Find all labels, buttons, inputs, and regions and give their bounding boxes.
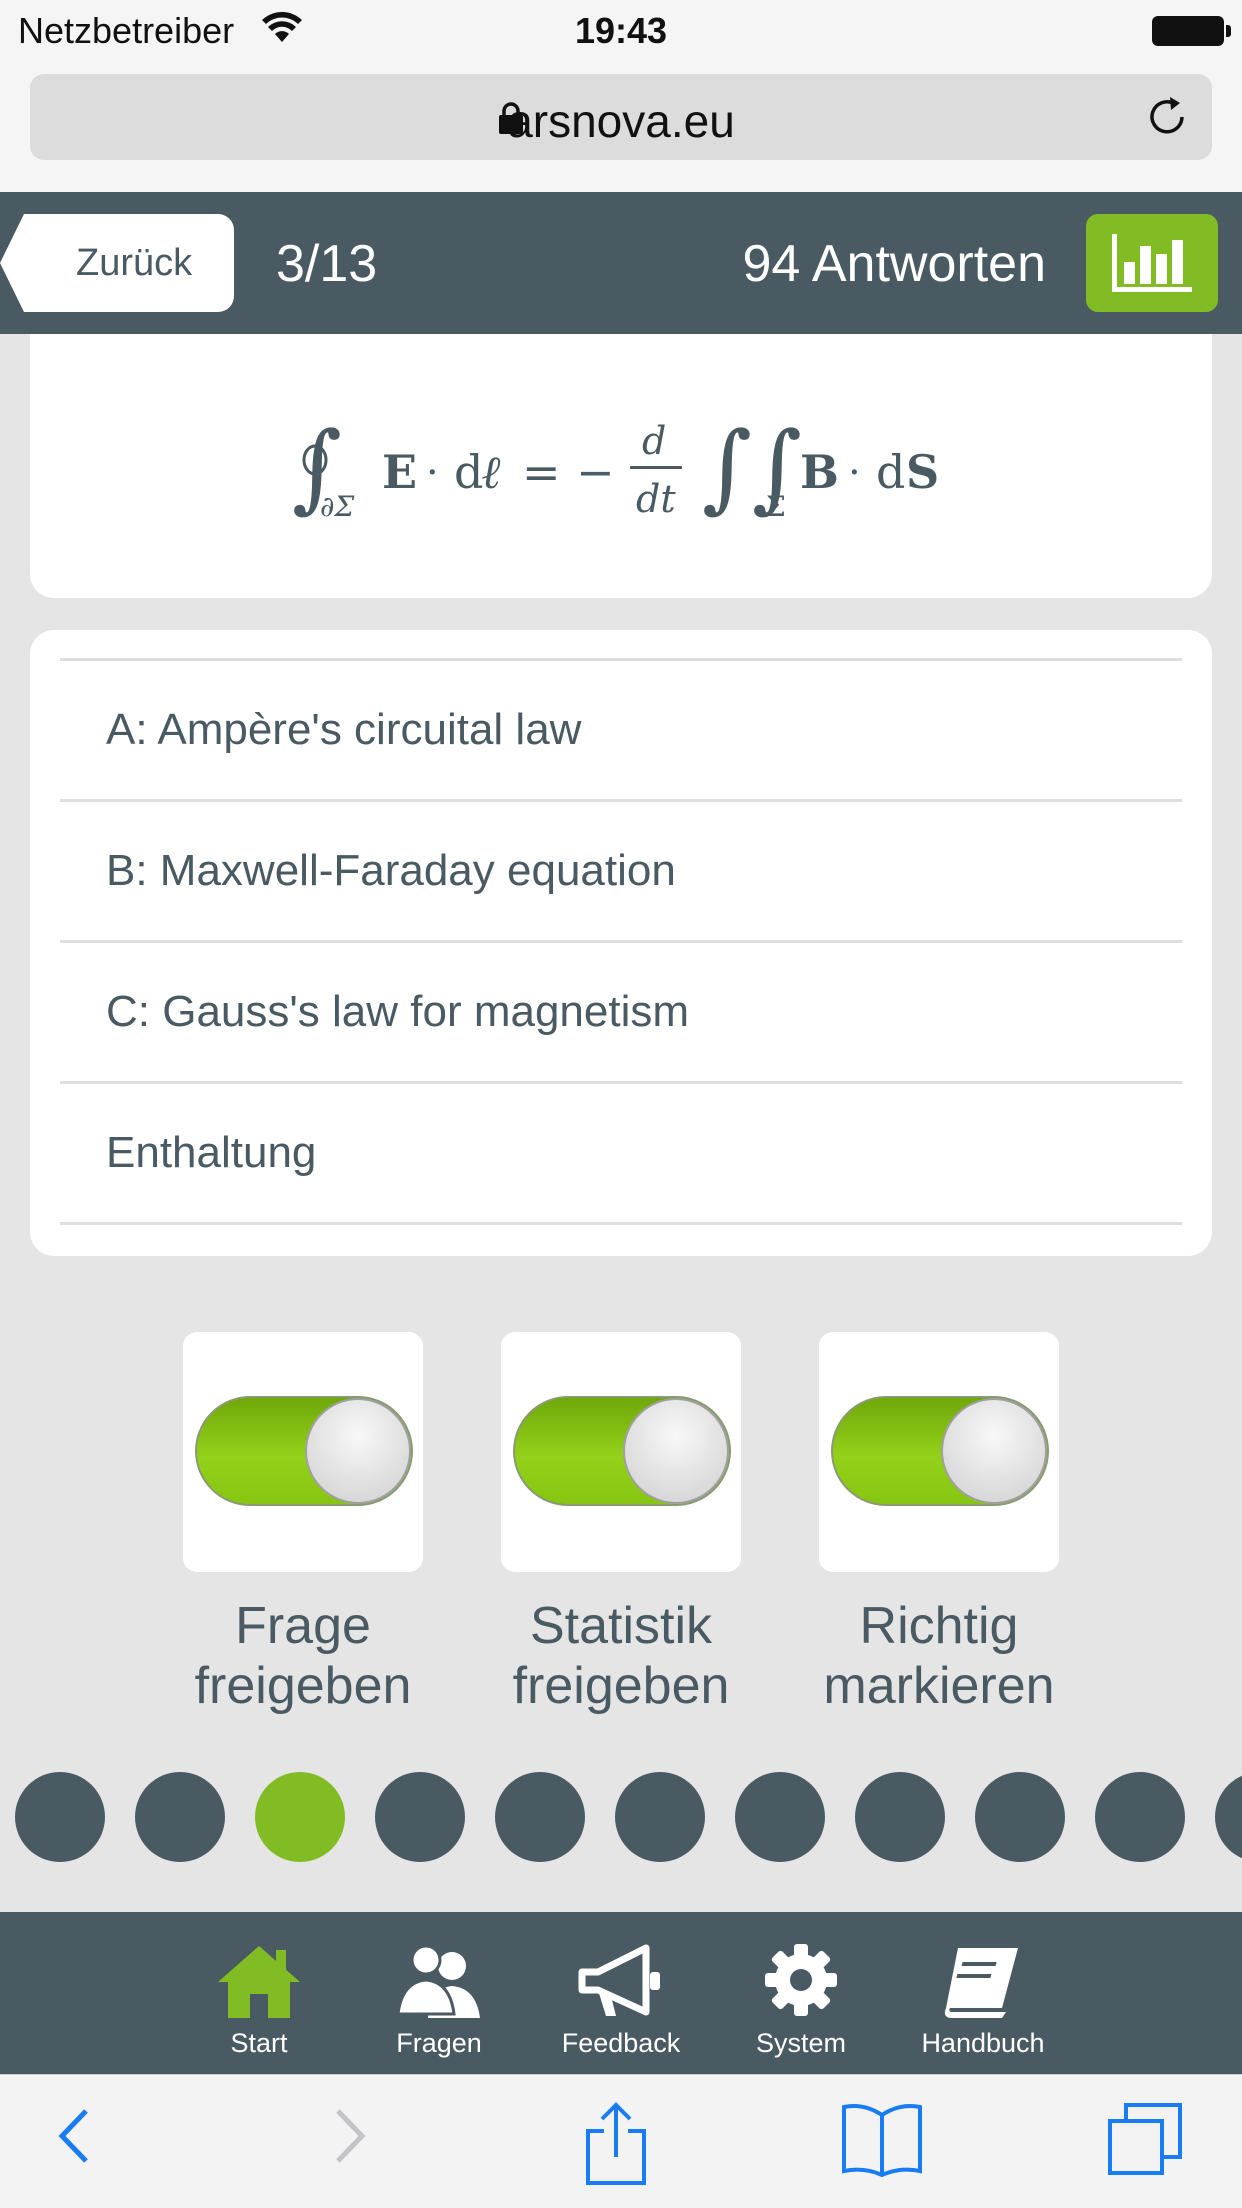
svg-text:·: · [848,450,861,496]
formula-image: ∫ ∂Σ E · d ℓ = − d dt ∫∫ Σ B · d S [292,411,939,523]
toggle-knob [941,1398,1047,1504]
toggle-label-line: freigeben [512,1657,730,1715]
toggle-knob [623,1398,729,1504]
app-header: Zurück 3/13 94 Antworten [0,192,1242,334]
svg-text:Σ: Σ [766,490,786,523]
back-button[interactable]: Zurück [0,214,234,312]
question-dot[interactable] [375,1772,465,1862]
nav-label: Handbuch [921,2028,1045,2058]
divider [60,1222,1182,1225]
svg-text:dt: dt [636,477,676,521]
browser-address-area: arsnova.eu [0,62,1242,192]
back-icon[interactable] [54,2101,94,2171]
svg-text:∫∫: ∫∫ [702,411,802,523]
address-bar[interactable]: arsnova.eu [30,74,1212,160]
toggle-label-release-statistics: Statistik freigeben [471,1596,771,1716]
question-dot[interactable] [735,1772,825,1862]
bar-chart-icon [1112,234,1192,292]
question-content-card: ∫ ∂Σ E · d ℓ = − d dt ∫∫ Σ B · d S [30,334,1212,598]
toggle-release-statistics[interactable] [501,1332,741,1572]
question-dot[interactable] [975,1772,1065,1862]
toggle-label-release-question: Frage freigeben [153,1596,453,1716]
toggle-switch[interactable] [195,1396,413,1506]
nav-item-questions[interactable]: Fragen [354,1912,524,2074]
nav-item-manual[interactable]: Handbuch [898,1912,1068,2074]
nav-item-feedback[interactable]: Feedback [536,1912,706,2074]
megaphone-icon [578,1944,660,2016]
browser-toolbar [0,2074,1242,2208]
svg-text:∂Σ: ∂Σ [320,490,354,523]
question-dot[interactable] [135,1772,225,1862]
answer-count: 94 Antworten [742,235,1046,293]
answer-option-abstain[interactable]: Enthaltung [60,1081,1182,1222]
svg-text:·: · [426,450,439,496]
answer-options-card: A: Ampère's circuital law B: Maxwell-Far… [30,630,1212,1256]
toggle-switch[interactable] [831,1396,1049,1506]
status-bar: Netzbetreiber 19:43 [0,0,1242,62]
question-dots [0,1772,1242,1862]
answer-option-label: B: Maxwell-Faraday equation [106,846,676,895]
toggle-label-line: Richtig [859,1597,1019,1655]
nav-item-start[interactable]: Start [174,1912,344,2074]
battery-icon [1152,16,1231,46]
answer-option-a[interactable]: A: Ampère's circuital law [60,658,1182,799]
toggle-mark-correct[interactable] [819,1332,1059,1572]
svg-text:E: E [382,445,417,499]
svg-text:ℓ: ℓ [482,445,502,499]
question-dot-active[interactable] [255,1772,345,1862]
statistics-button[interactable] [1086,214,1218,312]
nav-item-system[interactable]: System [716,1912,886,2074]
forward-icon[interactable] [330,2101,370,2171]
question-counter: 3/13 [276,235,378,293]
toggle-label-line: Frage [235,1597,371,1655]
question-dot[interactable] [1215,1772,1242,1862]
toggle-switch[interactable] [513,1396,731,1506]
users-icon [396,1944,480,2018]
tabs-icon[interactable] [1106,2101,1184,2177]
home-icon [218,1946,300,2018]
toggle-release-question[interactable] [183,1332,423,1572]
nav-label: System [755,2028,847,2058]
share-icon[interactable] [584,2101,648,2185]
toggle-label-line: Statistik [529,1597,713,1655]
answer-option-label: C: Gauss's law for magnetism [106,987,690,1036]
nav-label: Fragen [396,2028,482,2058]
answer-option-b[interactable]: B: Maxwell-Faraday equation [60,799,1182,940]
svg-text:S: S [906,445,939,499]
svg-text:d: d [876,445,905,499]
question-dot[interactable] [495,1772,585,1862]
nav-label: Start [230,2028,288,2058]
svg-text:d: d [642,419,666,463]
answer-option-label: A: Ampère's circuital law [106,705,582,754]
toggle-label-line: freigeben [194,1657,412,1715]
toggle-label-mark-correct: Richtig markieren [789,1596,1089,1716]
question-dot[interactable] [855,1772,945,1862]
answer-option-c[interactable]: C: Gauss's law for magnetism [60,940,1182,1081]
svg-text:−: − [576,445,615,499]
clock: 19:43 [574,10,668,51]
app-bottom-nav: Start Fragen Feedback System Handbuch [0,1912,1242,2074]
question-dot[interactable] [15,1772,105,1862]
reload-icon[interactable] [1144,94,1190,140]
book-icon [944,1948,1018,2018]
svg-text:B: B [800,445,839,499]
svg-text:d: d [454,445,483,499]
url-text: arsnova.eu [507,95,735,147]
toggle-label-line: markieren [823,1657,1055,1715]
gear-icon [765,1944,837,2016]
answer-option-label: Enthaltung [106,1128,317,1177]
question-dot[interactable] [615,1772,705,1862]
svg-text:=: = [522,445,561,499]
bookmarks-icon[interactable] [840,2101,924,2177]
toggle-knob [305,1398,411,1504]
nav-label: Feedback [561,2028,681,2058]
back-button-label: Zurück [76,242,193,284]
question-dot[interactable] [1095,1772,1185,1862]
